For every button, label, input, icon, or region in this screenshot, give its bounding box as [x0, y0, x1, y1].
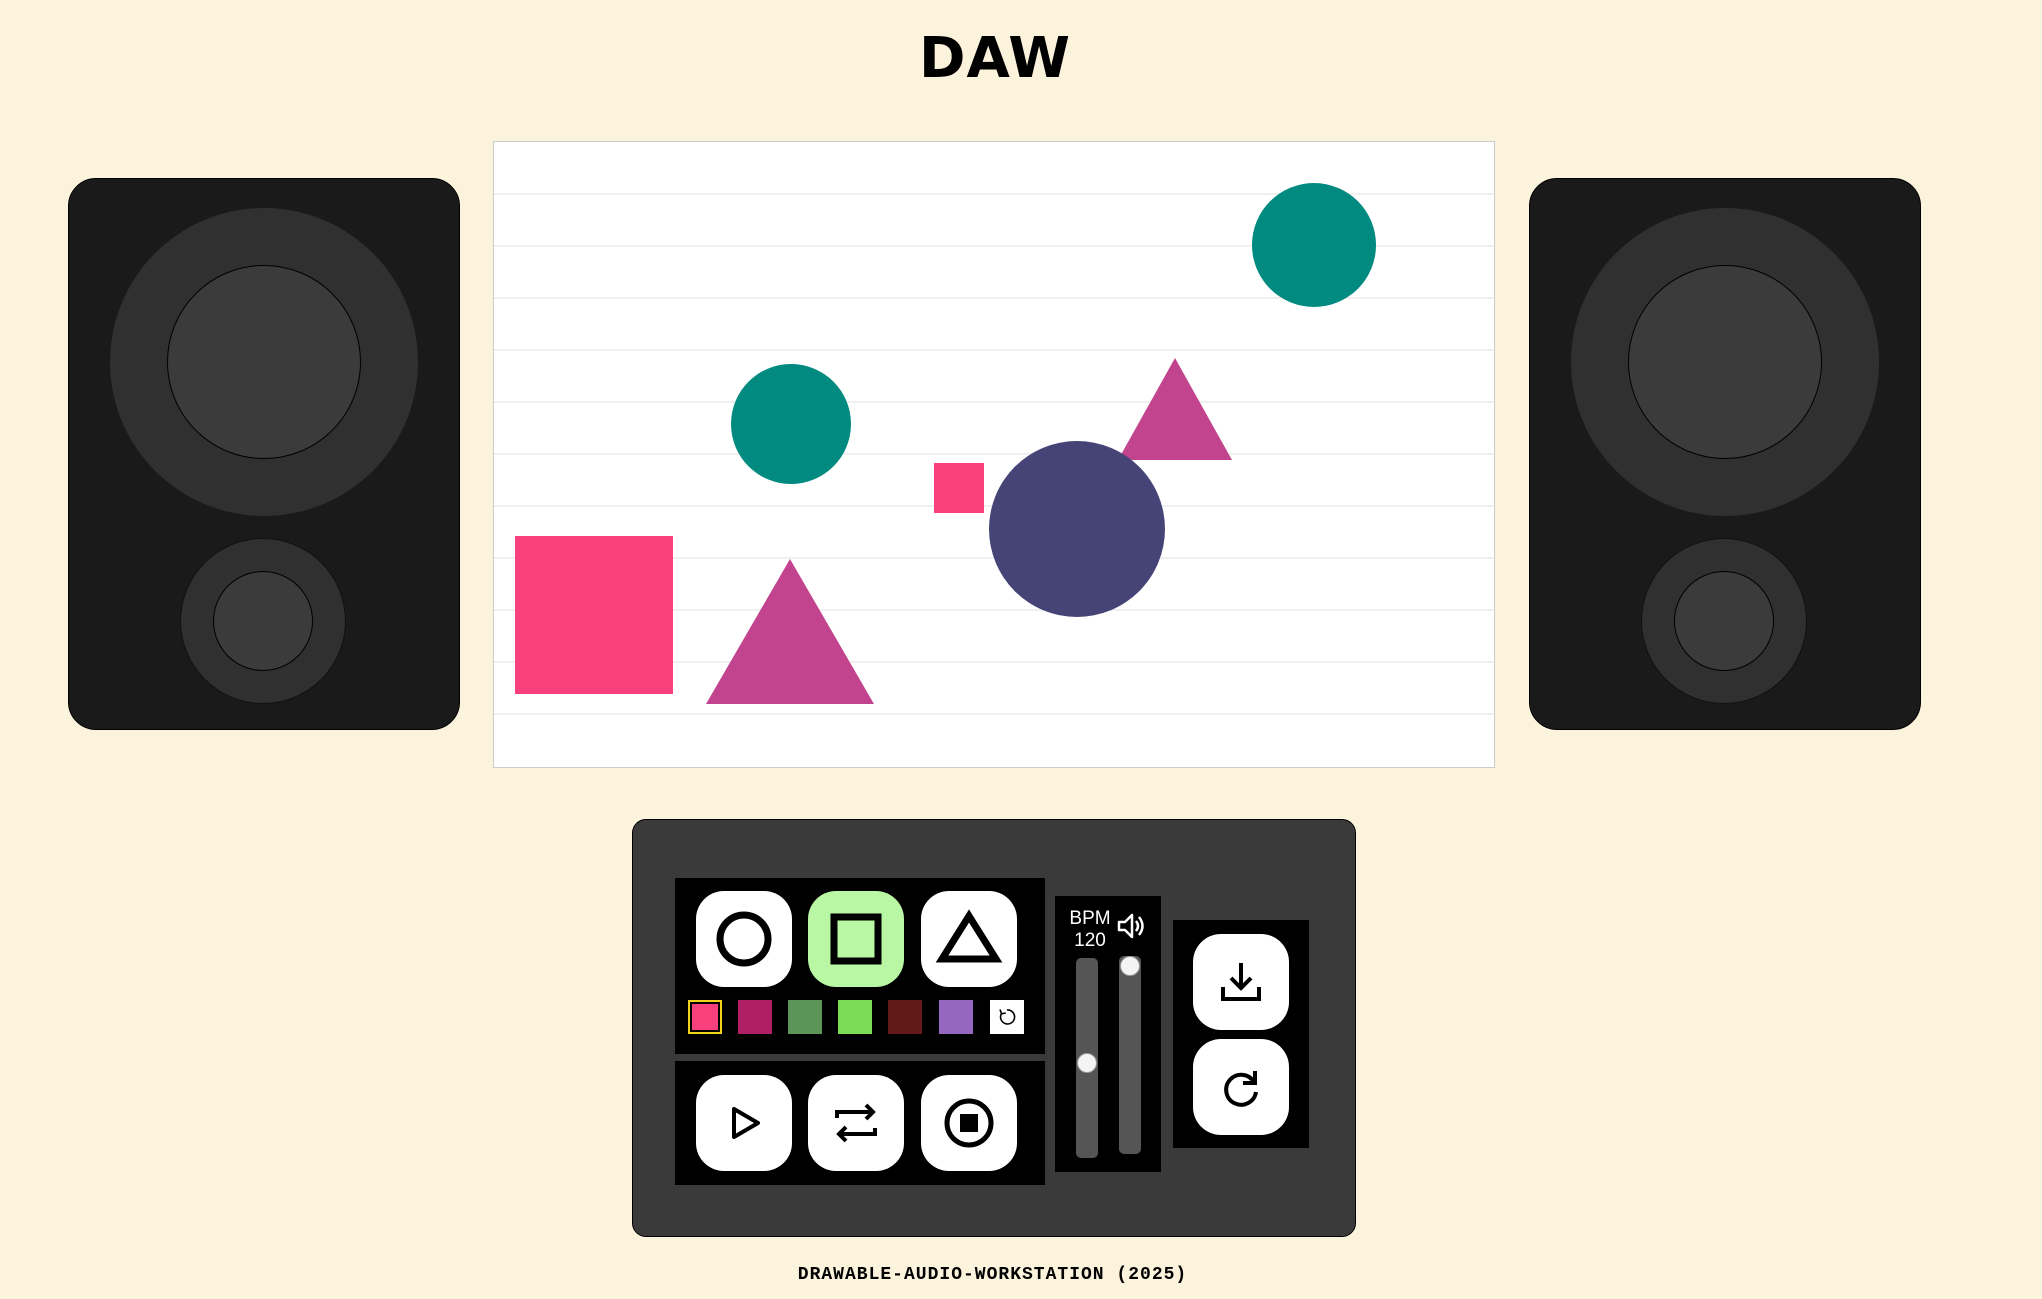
tempo-volume-panel: BPM 120 — [1055, 896, 1161, 1172]
canvas-shape-circle[interactable] — [1252, 183, 1376, 307]
play-icon — [732, 1107, 760, 1139]
bpm-display: BPM 120 — [1063, 908, 1117, 952]
color-palette — [688, 1000, 1028, 1040]
volume-slider-thumb[interactable] — [1120, 956, 1140, 976]
canvas-shape-square[interactable] — [515, 536, 673, 694]
bpm-value: 120 — [1074, 930, 1106, 951]
export-panel — [1173, 920, 1309, 1148]
color-swatch[interactable] — [939, 1000, 973, 1034]
square-icon — [830, 913, 882, 965]
left-woofer-cone — [167, 265, 361, 459]
triangle-icon — [935, 909, 1003, 963]
download-button[interactable] — [1193, 934, 1289, 1030]
volume-icon — [1117, 913, 1144, 939]
canvas-shape-square[interactable] — [934, 463, 984, 513]
right-woofer — [1571, 208, 1879, 516]
loop-icon — [835, 1103, 877, 1143]
bpm-slider[interactable] — [1076, 958, 1098, 1158]
reset-color-button[interactable] — [990, 1000, 1024, 1034]
color-swatch[interactable] — [838, 1000, 872, 1034]
loop-button[interactable] — [808, 1075, 904, 1171]
page-title: DAW — [918, 26, 1072, 91]
drawing-canvas[interactable] — [493, 141, 1495, 768]
stop-button[interactable] — [921, 1075, 1017, 1171]
right-woofer-cone — [1628, 265, 1822, 459]
left-woofer — [110, 208, 418, 516]
left-tweeter-cone — [213, 571, 313, 671]
daw-app: DAW BPM 120 DRAWABLE-AUDIO-WORKSTATION (… — [0, 0, 2042, 1299]
triangle-tool-button[interactable] — [921, 891, 1017, 987]
canvas-shape-triangle[interactable] — [706, 559, 874, 704]
right-speaker — [1529, 178, 1921, 730]
transport-panel — [675, 1061, 1045, 1185]
redo-icon — [1224, 1071, 1258, 1107]
circle-icon — [716, 911, 772, 967]
color-swatch[interactable] — [738, 1000, 772, 1034]
canvas-shape-circle[interactable] — [731, 364, 851, 484]
color-swatch[interactable] — [788, 1000, 822, 1034]
bpm-slider-thumb[interactable] — [1077, 1053, 1097, 1073]
right-tweeter-cone — [1674, 571, 1774, 671]
square-tool-button[interactable] — [808, 891, 904, 987]
footer-credit: DRAWABLE-AUDIO-WORKSTATION (2025) — [797, 1265, 1188, 1285]
left-tweeter — [180, 538, 346, 704]
color-swatch[interactable] — [888, 1000, 922, 1034]
undo-icon — [999, 1009, 1016, 1025]
color-swatch[interactable] — [688, 1000, 722, 1034]
download-icon — [1221, 963, 1261, 1001]
shapes-layer — [515, 183, 1376, 704]
right-tweeter — [1641, 538, 1807, 704]
play-button[interactable] — [696, 1075, 792, 1171]
stop-icon — [944, 1098, 994, 1148]
control-console: BPM 120 — [632, 819, 1356, 1237]
canvas-shape-circle[interactable] — [989, 441, 1165, 617]
canvas-shape-triangle[interactable] — [1118, 358, 1232, 460]
canvas-svg[interactable] — [494, 142, 1494, 767]
bpm-label: BPM — [1069, 908, 1111, 929]
shape-tool-panel — [675, 878, 1045, 1054]
left-speaker — [68, 178, 460, 730]
reset-button[interactable] — [1193, 1039, 1289, 1135]
circle-tool-button[interactable] — [696, 891, 792, 987]
volume-slider[interactable] — [1119, 956, 1141, 1154]
